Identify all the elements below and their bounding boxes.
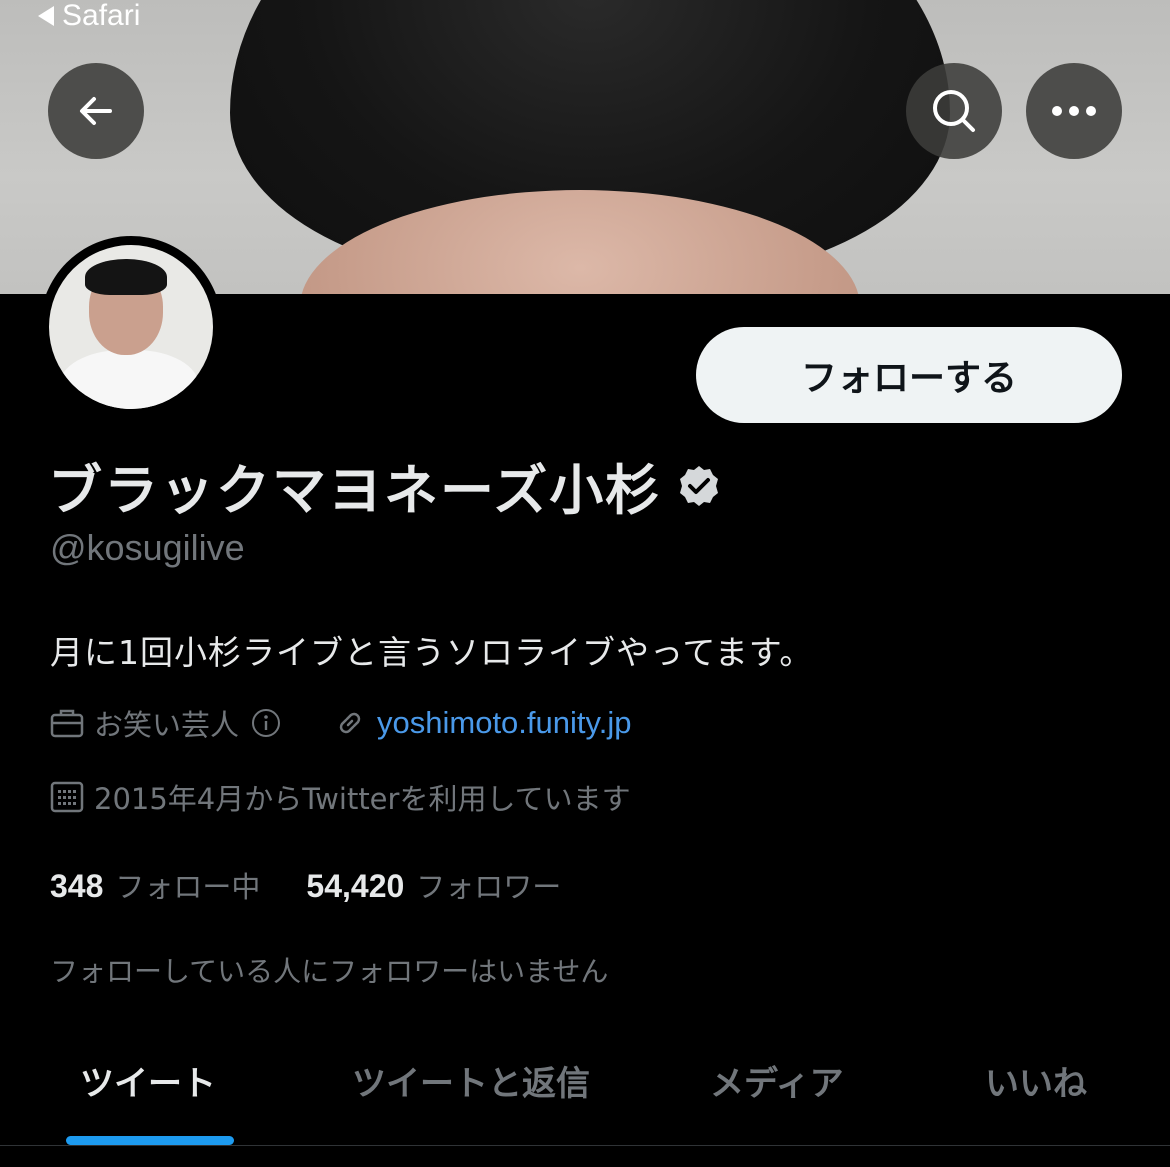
- tab-tweets[interactable]: ツイート: [80, 1056, 216, 1105]
- tab-tweets-and-replies[interactable]: ツイートと返信: [352, 1056, 590, 1105]
- back-button[interactable]: [48, 63, 144, 159]
- display-name: ブラックマヨネーズ小杉: [48, 459, 662, 522]
- safari-back-link[interactable]: Safari: [38, 0, 140, 32]
- avatar-hair: [85, 259, 167, 295]
- profile-category: お笑い芸人: [94, 708, 240, 742]
- arrow-left-icon: [80, 97, 112, 125]
- follow-button[interactable]: フォローする: [696, 327, 1122, 423]
- mutual-followers-note: フォローしている人にフォロワーはいません: [50, 955, 609, 988]
- profile-name-row: ブラックマヨネーズ小杉: [48, 446, 721, 525]
- tab-likes[interactable]: いいね: [985, 1056, 1087, 1105]
- user-handle: @kosugilive: [50, 527, 245, 568]
- search-icon: [933, 90, 975, 132]
- profile-meta-joined: 2015年4月からTwitterを利用しています: [50, 776, 631, 818]
- followers-label[interactable]: フォロワー: [416, 864, 561, 906]
- tabs-divider: [0, 1145, 1170, 1146]
- verified-badge-icon[interactable]: [677, 464, 721, 508]
- profile-bio: 月に1回小杉ライブと言うソロライブやってます。: [50, 633, 814, 672]
- info-icon[interactable]: [249, 706, 283, 740]
- profile-stats: 348 フォロー中 54,420 フォロワー: [50, 864, 561, 906]
- link-icon: [339, 712, 361, 734]
- tab-media[interactable]: メディア: [710, 1056, 844, 1105]
- back-triangle-icon: [38, 6, 54, 26]
- following-count[interactable]: 348: [50, 868, 103, 905]
- more-horizontal-icon: [1052, 106, 1096, 116]
- search-button[interactable]: [906, 63, 1002, 159]
- active-tab-indicator: [66, 1136, 234, 1145]
- more-options-button[interactable]: [1026, 63, 1122, 159]
- avatar-photo: [49, 245, 213, 409]
- safari-back-label: Safari: [62, 0, 141, 32]
- avatar[interactable]: [40, 236, 222, 418]
- followers-count[interactable]: 54,420: [306, 868, 404, 905]
- profile-tabs: ツイート ツイートと返信 メディア いいね: [0, 1030, 1170, 1145]
- profile-joined-date: 2015年4月からTwitterを利用しています: [94, 782, 631, 816]
- profile-meta-category-link: お笑い芸人 yoshimoto.funity.jp: [50, 702, 631, 744]
- briefcase-icon: [50, 709, 84, 738]
- profile-website-link[interactable]: yoshimoto.funity.jp: [377, 705, 631, 741]
- avatar-shirt: [59, 350, 199, 409]
- following-label[interactable]: フォロー中: [115, 864, 260, 906]
- calendar-icon: [50, 781, 84, 813]
